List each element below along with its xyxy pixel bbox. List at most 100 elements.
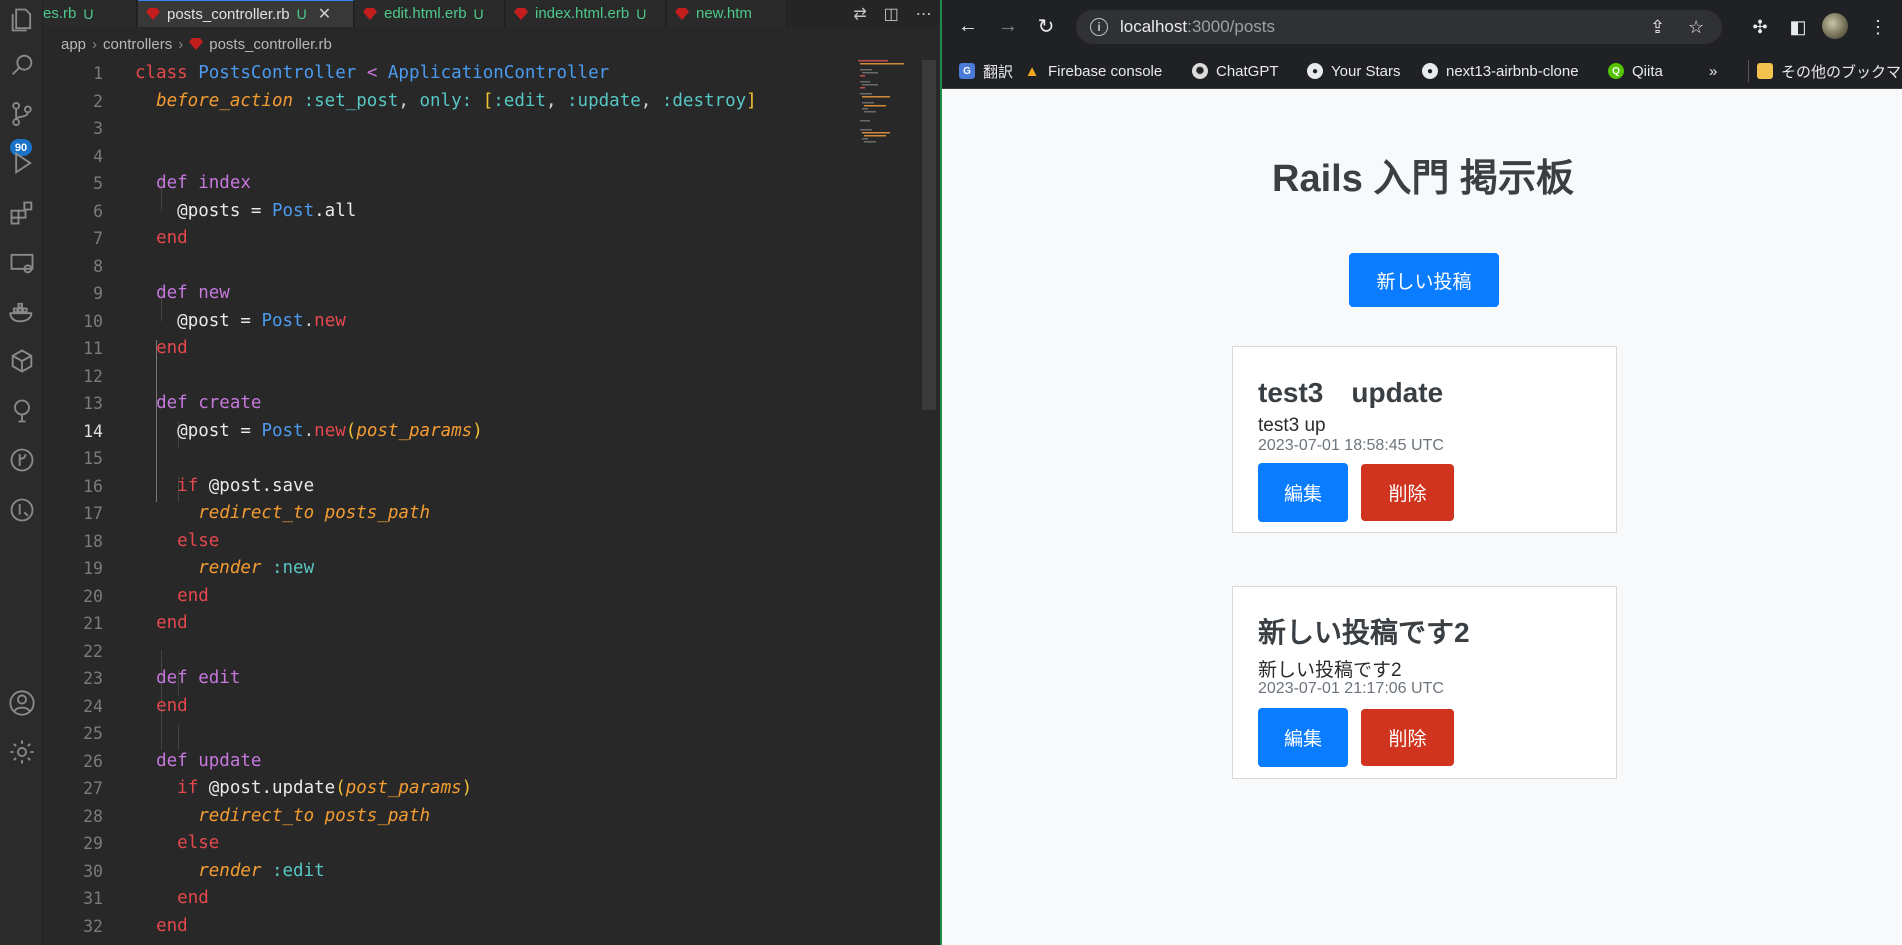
code-content[interactable]: class PostsController < ApplicationContr… (135, 60, 895, 940)
post-card: test3 update test3 up 2023-07-01 18:58:4… (1232, 346, 1617, 533)
url-path: :3000/posts (1187, 17, 1276, 36)
post-title: 新しい投稿です2 (1258, 617, 1470, 648)
line-number: 14 (83, 421, 103, 441)
edit-button[interactable]: 編集 (1258, 708, 1348, 767)
extensions-icon[interactable] (0, 193, 43, 233)
site-info-icon[interactable]: i (1090, 18, 1108, 36)
tab-posts-controller[interactable]: posts_controller.rb U ✕ (138, 0, 354, 27)
code-line-23: def edit (156, 668, 241, 688)
browser-window: ← → ↻ i localhost:3000/posts ⇪ ☆ ✣ ◧ ⋮ G… (940, 0, 1902, 945)
new-post-button[interactable]: 新しい投稿 (1349, 253, 1499, 307)
address-bar[interactable]: i localhost:3000/posts ⇪ ☆ (1076, 10, 1722, 44)
code-line-11: end (156, 338, 188, 358)
code-line-27: if @post.update(post_params) (177, 778, 473, 798)
bookmark-your-stars[interactable]: ● Your Stars (1307, 53, 1401, 89)
line-number: 24 (83, 696, 103, 716)
edit-button[interactable]: 編集 (1258, 463, 1348, 522)
editor-actions: ⇄ ◫ ⋯ (845, 0, 940, 27)
tree-icon[interactable] (0, 391, 43, 431)
docker-icon[interactable] (0, 292, 43, 332)
post-body: 新しい投稿です2 (1258, 660, 1402, 681)
editor-scrollbar[interactable] (922, 60, 936, 410)
search-icon[interactable] (0, 45, 43, 85)
code-line-10: @post = Post.new (177, 310, 346, 331)
breadcrumb-item[interactable]: app (61, 36, 86, 53)
line-number: 7 (93, 229, 103, 248)
bookmark-chatgpt[interactable]: ✺ ChatGPT (1192, 53, 1279, 89)
code-line-29: else (177, 833, 220, 853)
bookmark-qiita[interactable]: Q Qiita (1608, 53, 1663, 89)
line-number: 3 (93, 119, 103, 138)
settings-gear-icon[interactable] (0, 732, 43, 772)
reload-icon[interactable]: ↻ (1032, 12, 1060, 40)
code-line-28: redirect_to posts_path (198, 805, 431, 826)
tab-label: new.htm (696, 5, 752, 22)
delete-button[interactable]: 削除 (1361, 464, 1454, 521)
split-editor-icon[interactable]: ◫ (884, 4, 899, 24)
bookmark-translate[interactable]: G 翻訳 (959, 53, 1013, 89)
bookmark-star-icon[interactable]: ☆ (1688, 10, 1704, 44)
erb-file-icon (675, 7, 689, 21)
line-number: 9 (93, 284, 103, 303)
code-line-9: def new (156, 283, 230, 303)
other-bookmarks[interactable]: その他のブックマーク (1748, 60, 1902, 82)
git-graph-icon[interactable] (0, 440, 43, 480)
code-line-21: end (156, 613, 188, 633)
back-arrow-icon[interactable]: ← (954, 12, 982, 40)
breadcrumb-item[interactable]: posts_controller.rb (209, 36, 332, 53)
source-control-icon[interactable] (0, 94, 43, 134)
breadcrumb: app › controllers › posts_controller.rb (43, 31, 923, 57)
profile-avatar[interactable] (1822, 13, 1848, 39)
tab-index-html[interactable]: index.html.erb U (506, 0, 666, 27)
account-icon[interactable] (0, 683, 43, 723)
code-editor[interactable]: 1 2 3 4 5 6 7 8 9 10 11 12 13 14 15 16 17 18 19 20 21 22 23 24 2… (43, 60, 940, 945)
side-panel-icon[interactable]: ◧ (1785, 14, 1811, 40)
explorer-icon[interactable] (0, 0, 43, 40)
post-timestamp: 2023-07-01 21:17:06 UTC (1258, 680, 1444, 697)
chatgpt-icon: ✺ (1192, 63, 1208, 79)
tab-status: U (83, 5, 94, 22)
ruby-file-icon (146, 7, 160, 21)
breadcrumb-item[interactable]: controllers (103, 36, 172, 53)
code-line-26: def update (156, 750, 262, 771)
tab-new-html[interactable]: new.htm (667, 0, 787, 27)
menu-kebab-icon[interactable]: ⋮ (1865, 14, 1891, 40)
line-number: 5 (93, 174, 103, 193)
minimap[interactable] (858, 60, 908, 180)
line-number: 19 (83, 559, 103, 578)
more-actions-icon[interactable]: ⋯ (916, 4, 932, 24)
line-number: 26 (83, 751, 103, 771)
tab-routes[interactable]: es.rb U (43, 0, 137, 27)
remote-explorer-icon[interactable] (0, 243, 43, 283)
line-number: 17 (83, 504, 103, 523)
compare-icon[interactable]: ⇄ (853, 4, 866, 24)
page-title: Rails 入門 掲示板 (1272, 158, 1574, 200)
bookmarks-overflow-icon[interactable]: » (1709, 53, 1717, 89)
line-number: 30 (83, 861, 103, 881)
close-tab-icon[interactable]: ✕ (318, 4, 331, 24)
line-number: 28 (83, 806, 103, 826)
cube-icon[interactable] (0, 341, 43, 381)
line-number: 10 (83, 311, 103, 331)
chevron-right-icon: › (92, 35, 98, 53)
tab-edit-html[interactable]: edit.html.erb U (355, 0, 505, 27)
share-icon[interactable]: ⇪ (1650, 10, 1665, 44)
extensions-puzzle-icon[interactable]: ✣ (1747, 14, 1773, 40)
bookmark-airbnb-clone[interactable]: ● next13-airbnb-clone (1422, 53, 1579, 89)
forward-arrow-icon[interactable]: → (994, 12, 1022, 40)
run-debug-icon[interactable] (0, 143, 43, 183)
line-number: 23 (83, 669, 103, 688)
line-number: 21 (83, 614, 103, 633)
delete-button[interactable]: 削除 (1361, 709, 1454, 766)
qiita-icon: Q (1608, 63, 1624, 79)
timeline-icon[interactable] (0, 490, 43, 530)
bookmark-firebase[interactable]: ▲ Firebase console (1024, 53, 1163, 89)
bookmarks-bar: G 翻訳 ▲ Firebase console ✺ ChatGPT ● Your… (942, 53, 1902, 89)
code-line-18: else (177, 530, 220, 551)
